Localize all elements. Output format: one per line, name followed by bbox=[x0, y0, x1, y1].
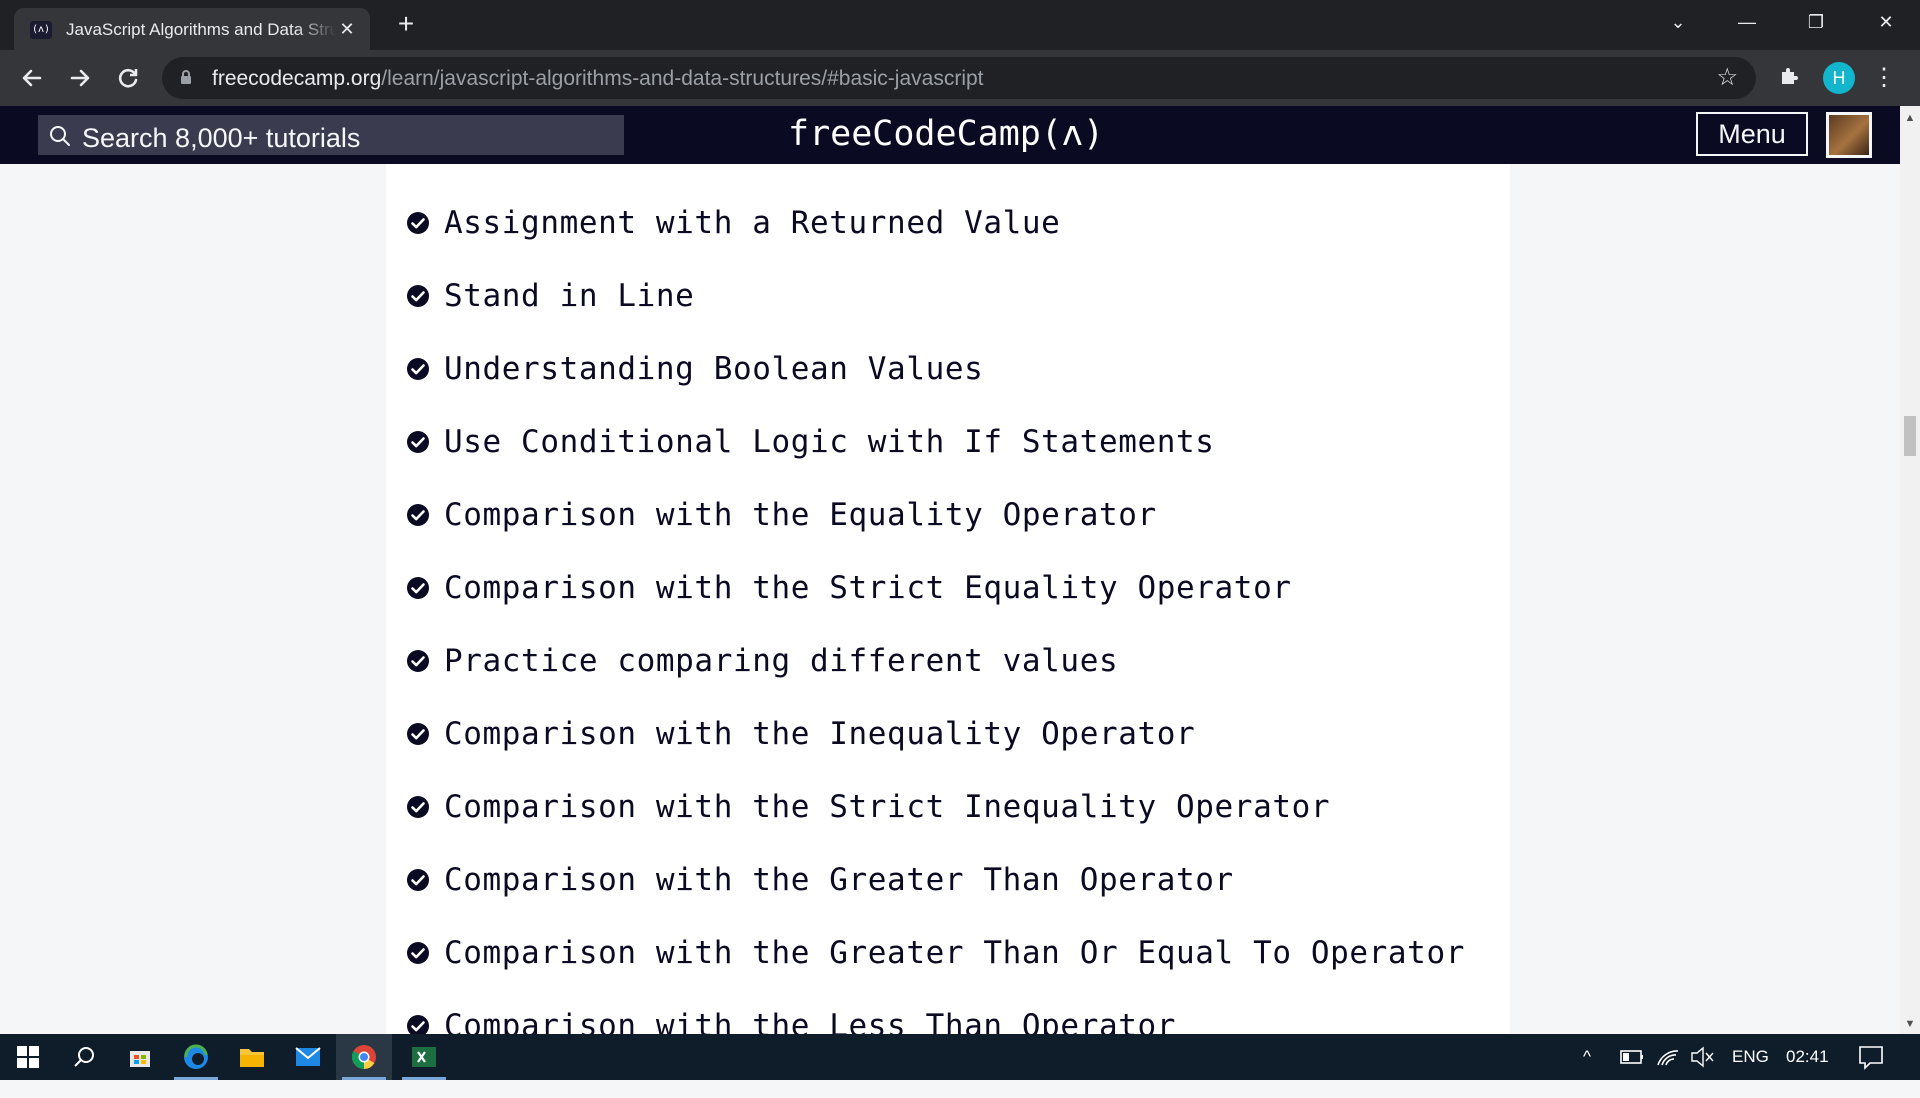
lesson-title[interactable]: Comparison with the Strict Equality Oper… bbox=[444, 570, 1292, 606]
completed-check-icon bbox=[406, 941, 430, 965]
completed-check-icon bbox=[406, 357, 430, 381]
lesson-title[interactable]: Comparison with the Greater Than Operato… bbox=[444, 862, 1234, 898]
browser-tab-active[interactable]: (ʌ) JavaScript Algorithms and Data Struc… bbox=[14, 8, 370, 50]
language-indicator[interactable]: ENG bbox=[1732, 1034, 1769, 1080]
volume-muted-icon[interactable] bbox=[1690, 1034, 1716, 1080]
curriculum-block: Assignment with a Returned Value Stand in… bbox=[386, 164, 1510, 1034]
lesson-item[interactable]: Comparison with the Inequality Operator bbox=[406, 712, 1195, 756]
new-tab-button[interactable]: + bbox=[392, 10, 420, 38]
show-hidden-icons-chevron-icon[interactable]: ^ bbox=[1583, 1034, 1591, 1080]
completed-check-icon bbox=[406, 284, 430, 308]
tab-close-icon[interactable]: ✕ bbox=[336, 18, 358, 40]
fcc-navbar: Search 8,000+ tutorials freeCodeCamp(ʌ) … bbox=[0, 106, 1900, 164]
restore-button[interactable]: ❐ bbox=[1796, 8, 1836, 36]
scroll-thumb[interactable] bbox=[1904, 416, 1916, 456]
excel-icon[interactable] bbox=[396, 1034, 452, 1080]
lesson-title[interactable]: Comparison with the Greater Than Or Equa… bbox=[444, 935, 1465, 971]
profile-avatar[interactable]: H bbox=[1823, 62, 1855, 94]
lesson-title[interactable]: Comparison with the Strict Inequality Op… bbox=[444, 789, 1330, 825]
completed-check-icon bbox=[406, 795, 430, 819]
tab-title: JavaScript Algorithms and Data Structure… bbox=[66, 20, 336, 39]
completed-check-icon bbox=[406, 211, 430, 235]
chrome-icon[interactable] bbox=[336, 1034, 392, 1080]
lesson-item[interactable]: Assignment with a Returned Value bbox=[406, 201, 1060, 245]
browser-tab-strip: (ʌ) JavaScript Algorithms and Data Struc… bbox=[0, 0, 1920, 50]
mail-icon[interactable] bbox=[280, 1034, 336, 1080]
lesson-title[interactable]: Comparison with the Inequality Operator bbox=[444, 716, 1195, 752]
lock-icon[interactable] bbox=[180, 69, 192, 85]
battery-icon[interactable] bbox=[1620, 1034, 1644, 1080]
windows-taskbar: ^ ENG 02:41 bbox=[0, 1034, 1920, 1080]
browser-menu-icon[interactable]: ⋮ bbox=[1872, 62, 1896, 94]
lesson-item[interactable]: Practice comparing different values bbox=[406, 639, 1118, 683]
browser-toolbar: freecodecamp.org/learn/javascript-algori… bbox=[0, 50, 1920, 106]
menu-button[interactable]: Menu bbox=[1696, 112, 1808, 156]
lesson-item[interactable]: Understanding Boolean Values bbox=[406, 347, 983, 391]
file-explorer-icon[interactable] bbox=[224, 1034, 280, 1080]
lesson-title[interactable]: Understanding Boolean Values bbox=[444, 351, 983, 387]
completed-check-icon bbox=[406, 649, 430, 673]
lesson-item[interactable]: Comparison with the Greater Than Operato… bbox=[406, 858, 1234, 902]
search-input[interactable]: Search 8,000+ tutorials bbox=[82, 123, 360, 154]
lesson-item[interactable]: Comparison with the Equality Operator bbox=[406, 493, 1157, 537]
clock-time[interactable]: 02:41 bbox=[1786, 1034, 1829, 1080]
address-bar[interactable]: freecodecamp.org/learn/javascript-algori… bbox=[162, 57, 1756, 99]
edge-icon[interactable] bbox=[168, 1034, 224, 1080]
forward-arrow-icon[interactable] bbox=[66, 64, 94, 92]
windows-start-icon[interactable] bbox=[0, 1034, 56, 1080]
completed-check-icon bbox=[406, 576, 430, 600]
lesson-item[interactable]: Comparison with the Less Than Operator bbox=[406, 1004, 1176, 1034]
back-arrow-icon[interactable] bbox=[18, 64, 46, 92]
search-bar[interactable]: Search 8,000+ tutorials bbox=[38, 115, 624, 155]
user-avatar[interactable] bbox=[1826, 112, 1872, 158]
url-path: /learn/javascript-algorithms-and-data-st… bbox=[381, 67, 984, 90]
extensions-puzzle-icon[interactable] bbox=[1776, 64, 1804, 92]
lesson-title[interactable]: Stand in Line bbox=[444, 278, 694, 314]
completed-check-icon bbox=[406, 1014, 430, 1034]
scroll-down-arrow-icon[interactable]: ▼ bbox=[1900, 1014, 1920, 1034]
lesson-title[interactable]: Practice comparing different values bbox=[444, 643, 1118, 679]
lesson-item[interactable]: Comparison with the Strict Equality Oper… bbox=[406, 566, 1292, 610]
lesson-title[interactable]: Use Conditional Logic with If Statements bbox=[444, 424, 1215, 460]
completed-check-icon bbox=[406, 430, 430, 454]
lesson-title[interactable]: Comparison with the Equality Operator bbox=[444, 497, 1157, 533]
minimize-button[interactable]: — bbox=[1727, 8, 1767, 36]
wifi-icon[interactable] bbox=[1656, 1034, 1680, 1080]
url-text[interactable]: freecodecamp.org/learn/javascript-algori… bbox=[212, 67, 984, 91]
tab-search-chevron-icon[interactable]: ⌄ bbox=[1658, 8, 1698, 36]
completed-check-icon bbox=[406, 503, 430, 527]
scroll-up-arrow-icon[interactable]: ▲ bbox=[1900, 108, 1920, 128]
store-icon[interactable] bbox=[112, 1034, 168, 1080]
fcc-logo[interactable]: freeCodeCamp(ʌ) bbox=[788, 112, 1104, 156]
reload-icon[interactable] bbox=[114, 64, 142, 92]
close-window-button[interactable]: ✕ bbox=[1866, 8, 1906, 36]
lesson-item[interactable]: Comparison with the Greater Than Or Equa… bbox=[406, 931, 1465, 975]
lesson-item[interactable]: Stand in Line bbox=[406, 274, 694, 318]
url-domain: freecodecamp.org bbox=[212, 67, 382, 90]
page-scrollbar[interactable]: ▲ ▼ bbox=[1900, 106, 1920, 1034]
lesson-title[interactable]: Comparison with the Less Than Operator bbox=[444, 1008, 1176, 1034]
bookmark-star-icon[interactable]: ☆ bbox=[1716, 65, 1738, 91]
freecodecamp-favicon-icon: (ʌ) bbox=[30, 21, 52, 39]
notifications-icon[interactable] bbox=[1858, 1034, 1884, 1080]
lesson-title[interactable]: Assignment with a Returned Value bbox=[444, 205, 1060, 241]
search-icon bbox=[48, 124, 72, 148]
search-icon[interactable] bbox=[56, 1034, 112, 1080]
lesson-item[interactable]: Comparison with the Strict Inequality Op… bbox=[406, 785, 1330, 829]
lesson-item[interactable]: Use Conditional Logic with If Statements bbox=[406, 420, 1215, 464]
completed-check-icon bbox=[406, 722, 430, 746]
completed-check-icon bbox=[406, 868, 430, 892]
